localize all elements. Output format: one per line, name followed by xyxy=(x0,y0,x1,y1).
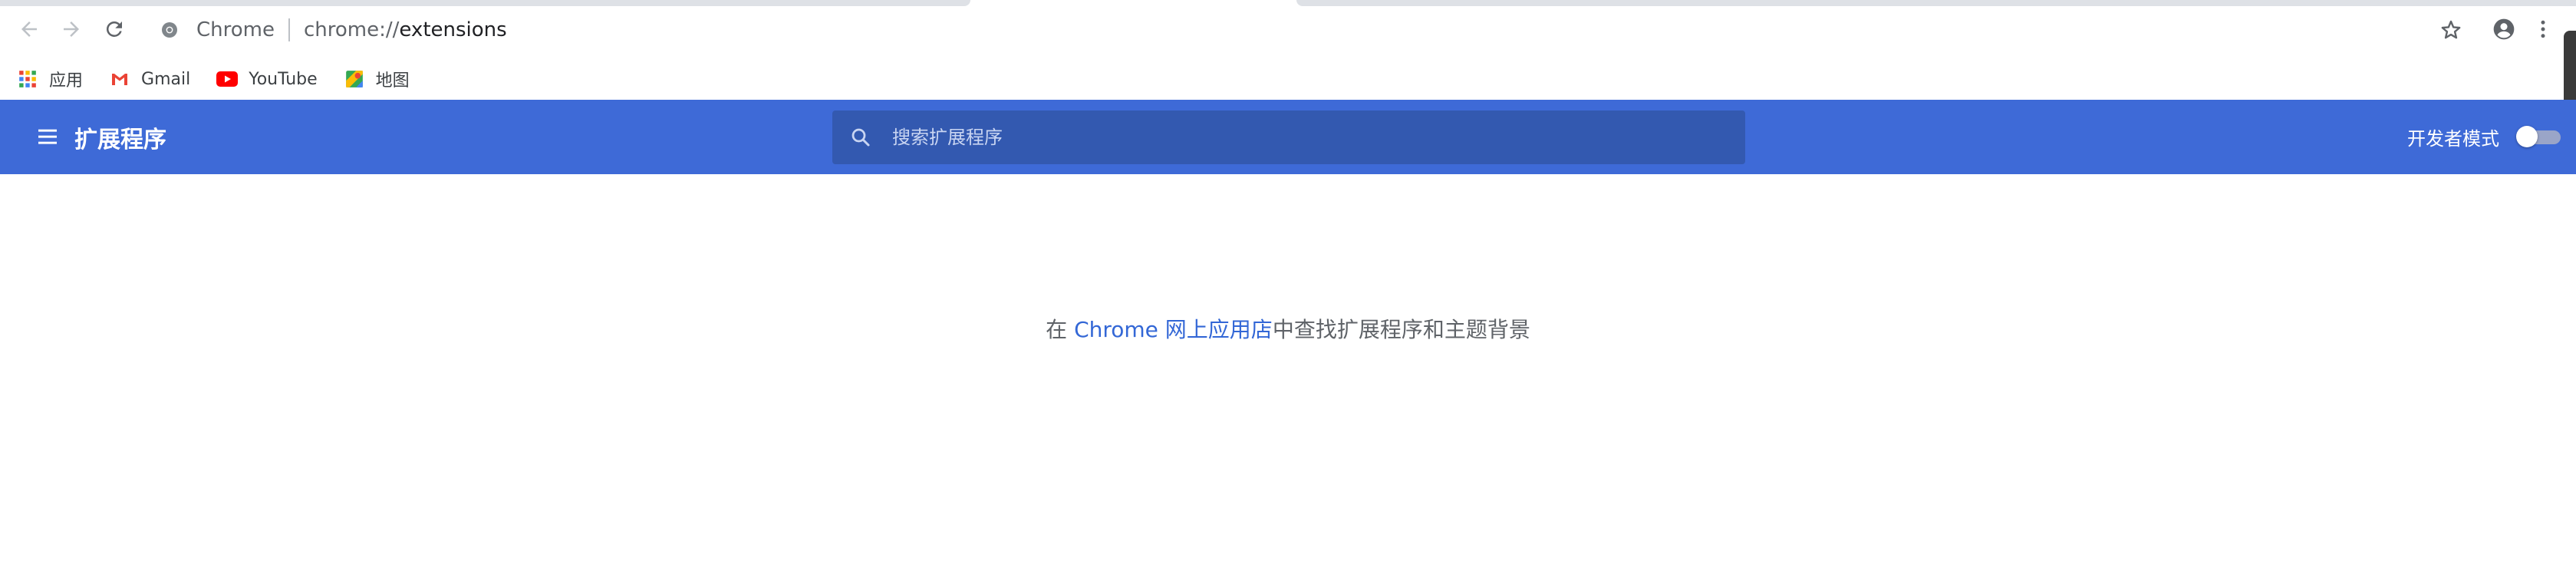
empty-suffix: 中查找扩展程序和主题背景 xyxy=(1272,317,1530,342)
url-path: extensions xyxy=(399,18,507,41)
dev-mode-toggle[interactable] xyxy=(2516,126,2561,147)
empty-prefix: 在 xyxy=(1046,317,1075,342)
bookmark-star-button[interactable] xyxy=(2434,12,2468,46)
bookmark-maps[interactable]: 地图 xyxy=(344,64,410,94)
chrome-menu-button[interactable] xyxy=(2532,12,2555,46)
search-icon xyxy=(848,124,874,150)
bookmark-youtube[interactable]: YouTube xyxy=(216,64,318,94)
url-text: chrome://extensions xyxy=(304,18,507,41)
reload-button[interactable] xyxy=(97,12,131,46)
page-title: 扩展程序 xyxy=(74,127,166,153)
profile-button[interactable] xyxy=(2487,12,2521,46)
more-vert-icon xyxy=(2541,20,2545,38)
back-button[interactable] xyxy=(12,12,46,46)
empty-state-message: 在 Chrome 网上应用店中查找扩展程序和主题背景 xyxy=(0,313,2576,344)
browser-toolbar: Chrome chrome://extensions xyxy=(0,0,2576,60)
main-menu-button[interactable] xyxy=(31,120,64,153)
maps-icon xyxy=(344,68,365,90)
bookmark-label: 地图 xyxy=(375,71,410,91)
site-name: Chrome xyxy=(196,18,275,41)
bookmark-label: YouTube xyxy=(249,69,318,89)
search-input[interactable] xyxy=(892,127,1659,148)
extensions-search[interactable] xyxy=(832,111,1745,164)
star-icon xyxy=(2441,20,2461,39)
forward-button[interactable] xyxy=(54,12,88,46)
bookmark-label: Gmail xyxy=(141,69,191,89)
hamburger-menu-icon xyxy=(38,129,57,144)
forward-arrow-icon xyxy=(64,21,79,37)
address-bar[interactable]: Chrome chrome://extensions xyxy=(150,11,2375,49)
back-arrow-icon xyxy=(21,21,37,37)
bookmark-apps[interactable]: 应用 xyxy=(17,64,83,94)
web-store-link[interactable]: Chrome 网上应用店 xyxy=(1074,317,1273,342)
url-scheme: chrome:// xyxy=(303,18,400,41)
bookmarks-bar: 应用 Gmail YouTube 地图 xyxy=(0,60,2576,98)
omnibox-divider xyxy=(288,18,290,41)
gmail-icon xyxy=(109,68,130,90)
extensions-header: 扩展程序 开发者模式 xyxy=(0,100,2576,174)
account-circle-icon xyxy=(2493,18,2515,40)
dev-mode-label: 开发者模式 xyxy=(2407,128,2499,150)
apps-grid-icon xyxy=(17,68,38,90)
chrome-site-icon xyxy=(158,18,181,41)
bookmark-label: 应用 xyxy=(49,71,84,91)
youtube-icon xyxy=(216,68,239,90)
bookmark-gmail[interactable]: Gmail xyxy=(109,64,190,94)
toggle-knob xyxy=(2516,126,2538,147)
reload-icon xyxy=(106,21,122,37)
